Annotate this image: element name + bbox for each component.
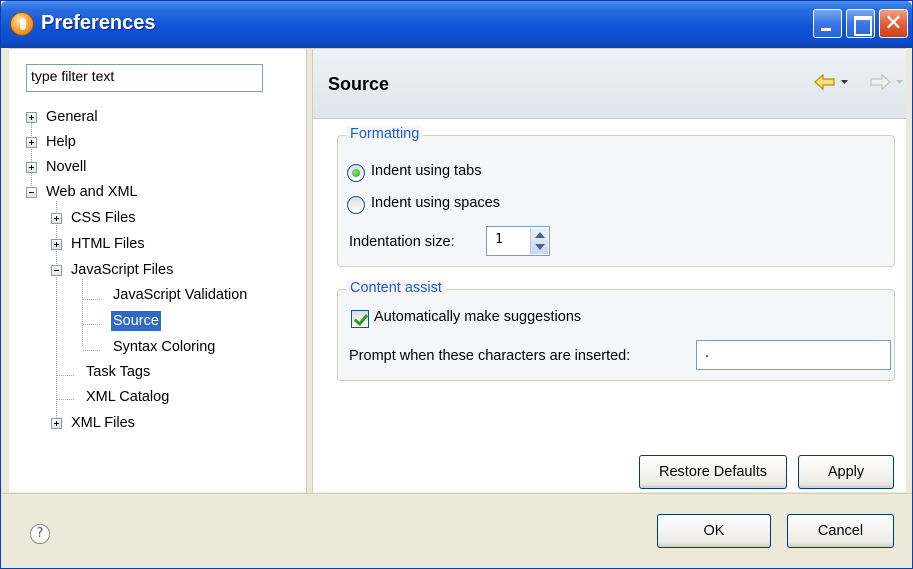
spinner-arrows-icon[interactable] — [530, 228, 548, 254]
tree-line — [83, 324, 101, 325]
tree-line — [57, 375, 75, 376]
prompt-characters-input[interactable]: . — [696, 340, 891, 370]
window-title: Preferences — [41, 12, 156, 34]
ok-button[interactable]: OK — [657, 514, 771, 548]
auto-suggest-checkbox[interactable] — [351, 310, 369, 328]
indent-spaces-radio[interactable] — [347, 196, 365, 214]
indentation-size-spinner[interactable]: 1 — [486, 226, 550, 256]
back-button[interactable] — [813, 70, 855, 94]
page-title: Source — [328, 74, 390, 94]
expand-icon[interactable] — [26, 112, 37, 123]
indent-tabs-radio[interactable] — [347, 164, 365, 182]
close-button[interactable]: ✕ — [879, 9, 908, 38]
auto-suggest-label[interactable]: Automatically make suggestions — [374, 309, 581, 325]
collapse-icon[interactable] — [51, 265, 62, 276]
spinner-down-icon[interactable] — [535, 244, 545, 250]
indentation-size-value[interactable]: 1 — [495, 232, 503, 247]
filter-input[interactable]: type filter text — [26, 64, 263, 92]
title-bar[interactable]: Preferences ✕ — [1, 1, 912, 48]
content-assist-group-title: Content assist — [346, 280, 446, 296]
close-icon: ✕ — [884, 11, 903, 36]
apply-button[interactable]: Apply — [798, 455, 894, 489]
minimize-button[interactable] — [813, 9, 842, 38]
app-icon — [10, 12, 34, 36]
indentation-size-label: Indentation size: — [349, 234, 455, 250]
expand-icon[interactable] — [51, 418, 62, 429]
forward-arrow-icon — [870, 73, 903, 91]
tree-line — [83, 299, 101, 300]
dialog-footer: ? OK Cancel — [1, 493, 912, 568]
page-header: Source — [313, 49, 906, 119]
expand-icon[interactable] — [51, 213, 62, 224]
restore-defaults-button[interactable]: Restore Defaults — [639, 455, 787, 489]
preferences-window: Preferences ✕ type filter text General H… — [0, 0, 913, 569]
forward-button[interactable] — [868, 70, 910, 94]
spinner-up-icon[interactable] — [535, 232, 545, 238]
expand-icon[interactable] — [26, 162, 37, 173]
indent-spaces-label[interactable]: Indent using spaces — [371, 195, 500, 211]
formatting-group: Formatting Indent using tabs Indent usin… — [337, 126, 895, 267]
preference-page: Source Formatting Indent using tabs Inde… — [313, 49, 906, 493]
formatting-group-title: Formatting — [346, 126, 424, 142]
help-icon[interactable]: ? — [30, 524, 50, 544]
tree-line — [31, 123, 32, 191]
dialog-content: type filter text General Help Novell Web… — [9, 48, 906, 493]
maximize-button[interactable] — [846, 9, 875, 38]
expand-icon[interactable] — [51, 239, 62, 250]
pane-splitter[interactable] — [306, 49, 313, 493]
expand-icon[interactable] — [26, 137, 37, 148]
tree-line — [82, 279, 83, 347]
content-assist-group: Content assist Automatically make sugges… — [337, 280, 895, 381]
back-arrow-icon — [814, 73, 848, 91]
tree-line — [57, 399, 75, 400]
collapse-icon[interactable] — [26, 187, 37, 198]
cancel-button[interactable]: Cancel — [787, 514, 894, 548]
prompt-characters-label: Prompt when these characters are inserte… — [349, 348, 631, 364]
indent-tabs-label[interactable]: Indent using tabs — [371, 163, 481, 179]
tree-line — [56, 201, 57, 422]
tree-line — [83, 350, 101, 351]
